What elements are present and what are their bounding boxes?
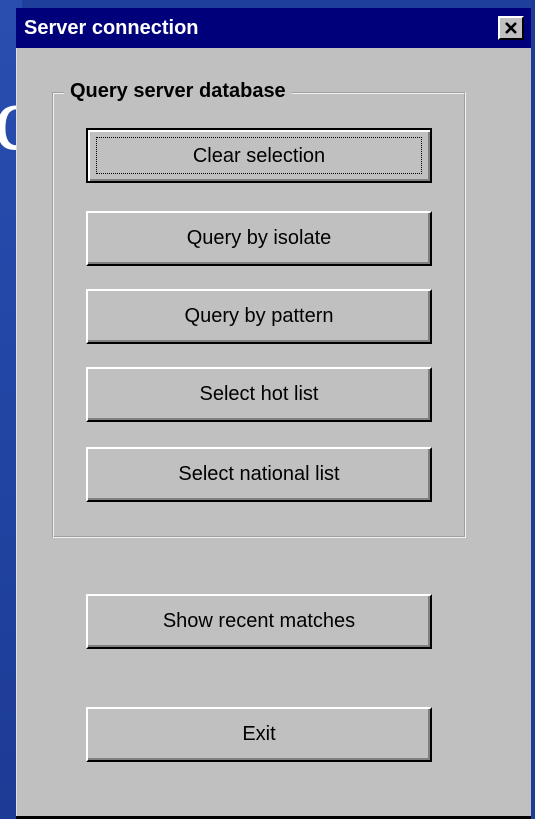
select-hot-list-button[interactable]: Select hot list <box>86 367 432 422</box>
select-national-list-button[interactable]: Select national list <box>86 447 432 502</box>
server-connection-dialog: Server connection Query server database … <box>16 8 531 819</box>
close-button[interactable] <box>498 16 524 40</box>
query-by-isolate-button[interactable]: Query by isolate <box>86 211 432 266</box>
desktop-background-edge <box>531 0 535 819</box>
show-recent-matches-button[interactable]: Show recent matches <box>86 594 432 649</box>
group-label: Query server database <box>64 79 292 103</box>
close-icon <box>505 22 517 34</box>
focus-indicator: Clear selection <box>96 137 422 174</box>
clear-selection-button[interactable]: Clear selection <box>86 128 432 183</box>
window-title: Server connection <box>24 17 199 39</box>
title-bar[interactable]: Server connection <box>16 8 531 48</box>
exit-button[interactable]: Exit <box>86 707 432 762</box>
query-by-pattern-button[interactable]: Query by pattern <box>86 289 432 344</box>
